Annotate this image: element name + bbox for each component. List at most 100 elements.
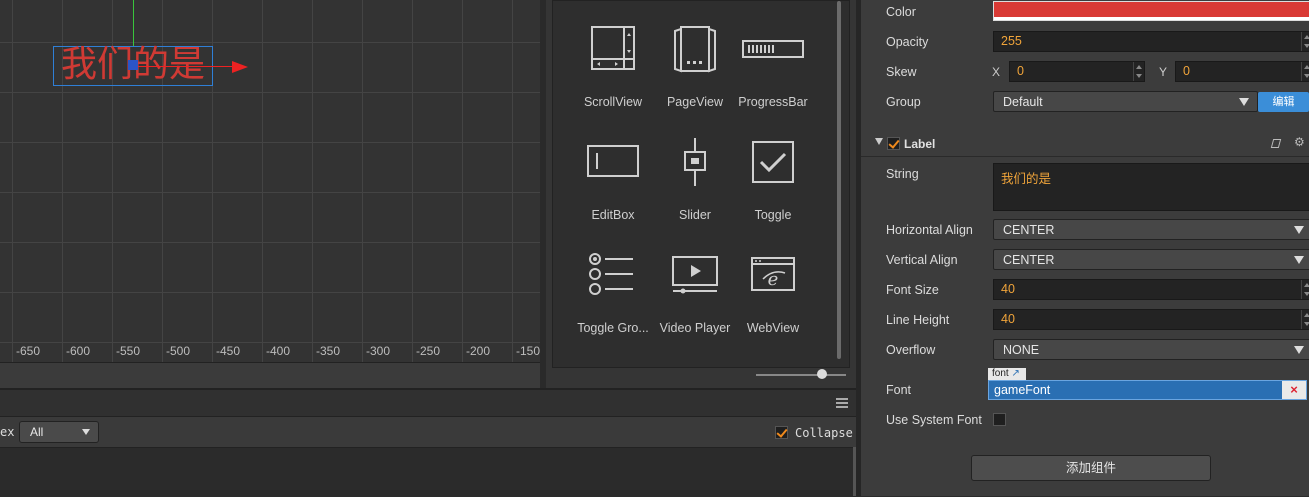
ruler-tick: -450	[215, 344, 241, 358]
ruler-tick: -650	[15, 344, 41, 358]
console-log-area[interactable]	[0, 447, 856, 497]
widget-pageview[interactable]: PageView	[655, 25, 735, 109]
ruler-tick: -500	[165, 344, 191, 358]
widget-progressbar[interactable]: ProgressBar	[733, 25, 813, 109]
widget-label: Video Player	[659, 321, 731, 335]
x-axis-gizmo[interactable]	[138, 66, 234, 67]
group-edit-button[interactable]: 编辑	[1258, 92, 1309, 112]
widget-toggle-group[interactable]: Toggle Gro...	[573, 251, 653, 335]
font-asset-name: gameFont	[994, 383, 1051, 397]
collapse-label: Collapse	[795, 426, 853, 440]
gear-icon[interactable]: ⚙	[1294, 135, 1305, 149]
horizontal-align-select[interactable]: CENTER	[993, 219, 1309, 240]
font-size-label: Font Size	[886, 283, 939, 297]
skew-y-input[interactable]: 0	[1175, 61, 1309, 82]
slider-icon	[669, 138, 721, 190]
scrollview-icon	[587, 25, 639, 77]
widget-label: PageView	[666, 95, 724, 109]
widget-editbox[interactable]: EditBox	[573, 138, 653, 222]
collapse-triangle-icon[interactable]	[875, 138, 883, 145]
line-height-input[interactable]: 40	[993, 309, 1309, 330]
widget-label: WebView	[746, 321, 800, 335]
string-textarea[interactable]: 我们的是	[993, 163, 1309, 211]
widget-label: EditBox	[591, 208, 635, 222]
toggle-group-icon	[587, 251, 639, 303]
opacity-input[interactable]: 255	[993, 31, 1309, 52]
ruler-tick: -150	[515, 344, 540, 358]
anchor-handle[interactable]	[128, 60, 138, 70]
pageview-icon	[669, 25, 721, 77]
font-size-stepper[interactable]	[1301, 280, 1309, 299]
widgets-grid: ScrollView PageView ProgressBar EditBox	[552, 0, 850, 368]
chevron-down-icon	[1294, 226, 1304, 234]
zoom-slider-track[interactable]	[756, 374, 846, 376]
use-system-font-checkbox[interactable]	[993, 413, 1006, 426]
y-axis-gizmo[interactable]	[133, 0, 134, 46]
chevron-down-icon	[1294, 256, 1304, 264]
ruler-tick: -200	[465, 344, 491, 358]
group-select[interactable]: Default	[993, 91, 1258, 112]
color-field[interactable]	[993, 1, 1309, 21]
group-value: Default	[1003, 95, 1043, 109]
clear-font-icon[interactable]: ×	[1282, 381, 1306, 399]
widget-video-player[interactable]: Video Player	[655, 251, 735, 335]
collapse-checkbox[interactable]	[775, 426, 788, 439]
widget-webview[interactable]: e WebView	[733, 251, 813, 335]
chevron-down-icon	[82, 429, 90, 435]
font-tag-label: font	[992, 368, 1009, 379]
line-height-label: Line Height	[886, 313, 950, 327]
widgets-scrollbar[interactable]	[837, 1, 841, 359]
vertical-align-select[interactable]: CENTER	[993, 249, 1309, 270]
skew-label: Skew	[886, 65, 917, 79]
scene-view[interactable]: 我们的是 -650-600-550-500-450-400-350-300-25…	[0, 0, 540, 388]
overflow-select[interactable]: NONE	[993, 339, 1309, 360]
skew-x-stepper[interactable]	[1133, 62, 1144, 81]
label-enabled-checkbox[interactable]	[887, 137, 900, 150]
alpha-bar	[994, 17, 1309, 20]
font-size-input[interactable]: 40	[993, 279, 1309, 300]
menu-icon[interactable]	[836, 398, 848, 408]
add-component-button[interactable]: 添加组件	[971, 455, 1211, 481]
widget-scrollview[interactable]: ScrollView	[573, 25, 653, 109]
zoom-slider-handle[interactable]	[817, 369, 827, 379]
x-ruler: -650 -600 -550 -500 -450 -400 -350 -300 -250 -200…	[0, 340, 540, 362]
line-height-value: 40	[1001, 312, 1015, 326]
string-value: 我们的是	[1001, 172, 1052, 186]
widget-label: Toggle Gro...	[577, 321, 649, 335]
chevron-down-icon	[1239, 98, 1249, 106]
ruler-tick: -350	[315, 344, 341, 358]
toggle-icon	[747, 138, 799, 190]
widget-label: ProgressBar	[738, 95, 808, 109]
scene-footer-bar	[0, 362, 540, 389]
log-level-select[interactable]: All	[19, 421, 99, 443]
log-level-value: All	[30, 425, 44, 439]
group-label: Group	[886, 95, 921, 109]
opacity-value: 255	[1001, 34, 1022, 48]
widget-slider[interactable]: Slider	[655, 138, 735, 222]
x-axis-arrow[interactable]	[232, 61, 248, 73]
ruler-tick: -550	[115, 344, 141, 358]
console-header	[0, 388, 856, 418]
label-component-header[interactable]: Label ⚙	[861, 132, 1309, 157]
widget-toggle[interactable]: Toggle	[733, 138, 813, 222]
skew-x-label: X	[992, 65, 1001, 79]
inspector-panel: Color Opacity 255 Skew X 0 Y 0 Group Def…	[856, 0, 1309, 496]
overflow-label: Overflow	[886, 343, 936, 357]
skew-x-input[interactable]: 0	[1009, 61, 1145, 82]
console-toolbar: ex All Collapse	[0, 416, 856, 447]
vertical-align-label: Vertical Align	[886, 253, 958, 267]
external-link-icon: ↗	[1011, 368, 1020, 379]
editbox-icon	[587, 138, 639, 190]
line-height-stepper[interactable]	[1301, 310, 1309, 329]
opacity-stepper[interactable]	[1301, 32, 1309, 51]
video-player-icon	[669, 251, 721, 303]
string-label: String	[886, 167, 919, 181]
skew-y-stepper[interactable]	[1301, 62, 1309, 81]
help-book-icon[interactable]	[1270, 139, 1282, 148]
vertical-align-value: CENTER	[1003, 253, 1055, 267]
skew-x-value: 0	[1017, 64, 1024, 78]
progressbar-icon	[741, 25, 805, 77]
opacity-label: Opacity	[886, 35, 929, 49]
chevron-down-icon	[1294, 346, 1304, 354]
font-asset-field[interactable]: gameFont ×	[988, 380, 1307, 400]
